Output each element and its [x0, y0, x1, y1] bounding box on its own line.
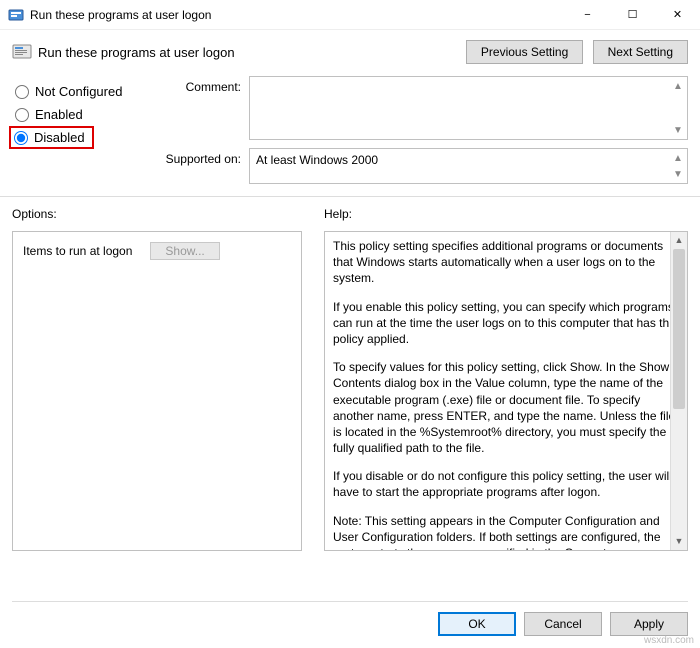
supported-on-box: At least Windows 2000 ▲ ▼ — [249, 148, 688, 184]
comment-label: Comment: — [157, 76, 241, 94]
scroll-up-icon[interactable]: ▲ — [671, 151, 685, 165]
ok-button[interactable]: OK — [438, 612, 516, 636]
radio-enabled-input[interactable] — [15, 108, 29, 122]
options-panel: Items to run at logon Show... — [12, 231, 302, 551]
next-setting-button[interactable]: Next Setting — [593, 40, 688, 64]
supported-on-text: At least Windows 2000 — [256, 153, 378, 167]
options-heading: Options: — [12, 203, 302, 231]
policy-large-icon — [12, 42, 32, 62]
scroll-down-icon[interactable]: ▼ — [671, 533, 687, 550]
scroll-down-icon[interactable]: ▼ — [671, 167, 685, 181]
supported-label: Supported on: — [157, 148, 241, 166]
close-button[interactable]: ✕ — [655, 0, 700, 29]
help-heading: Help: — [324, 203, 688, 231]
comment-textarea[interactable]: ▲ ▼ — [249, 76, 688, 140]
radio-disabled-input[interactable] — [14, 131, 28, 145]
radio-enabled-label: Enabled — [35, 107, 83, 122]
titlebar: Run these programs at user logon − ☐ ✕ — [0, 0, 700, 30]
radio-enabled[interactable]: Enabled — [12, 103, 147, 126]
help-panel: This policy setting specifies additional… — [324, 231, 688, 551]
radio-not-configured[interactable]: Not Configured — [12, 80, 147, 103]
page-title: Run these programs at user logon — [38, 45, 460, 60]
scroll-up-icon[interactable]: ▲ — [671, 79, 685, 93]
state-radio-group: Not Configured Enabled Disabled — [12, 76, 147, 184]
help-text: If you disable or do not configure this … — [333, 468, 679, 500]
cancel-button[interactable]: Cancel — [524, 612, 602, 636]
help-text: To specify values for this policy settin… — [333, 359, 679, 456]
items-to-run-label: Items to run at logon — [23, 244, 132, 258]
scrollbar[interactable]: ▲ ▼ — [670, 232, 687, 550]
scroll-up-icon[interactable]: ▲ — [671, 232, 687, 249]
radio-disabled[interactable]: Disabled — [9, 126, 94, 149]
minimize-button[interactable]: − — [565, 0, 610, 29]
help-text: This policy setting specifies additional… — [333, 238, 679, 287]
show-button: Show... — [150, 242, 219, 260]
radio-disabled-label: Disabled — [34, 130, 85, 145]
dialog-footer: OK Cancel Apply — [12, 601, 688, 636]
radio-not-configured-input[interactable] — [15, 85, 29, 99]
divider — [0, 196, 700, 197]
radio-not-configured-label: Not Configured — [35, 84, 122, 99]
watermark: wsxdn.com — [644, 635, 694, 646]
header: Run these programs at user logon Previou… — [0, 30, 700, 72]
window-title: Run these programs at user logon — [30, 8, 565, 22]
scroll-track[interactable] — [671, 249, 687, 533]
help-text: If you enable this policy setting, you c… — [333, 299, 679, 348]
help-text: Note: This setting appears in the Comput… — [333, 513, 679, 551]
scroll-down-icon[interactable]: ▼ — [671, 123, 685, 137]
previous-setting-button[interactable]: Previous Setting — [466, 40, 583, 64]
apply-button[interactable]: Apply — [610, 612, 688, 636]
policy-icon — [8, 7, 24, 23]
maximize-button[interactable]: ☐ — [610, 0, 655, 29]
scroll-thumb[interactable] — [673, 249, 685, 409]
